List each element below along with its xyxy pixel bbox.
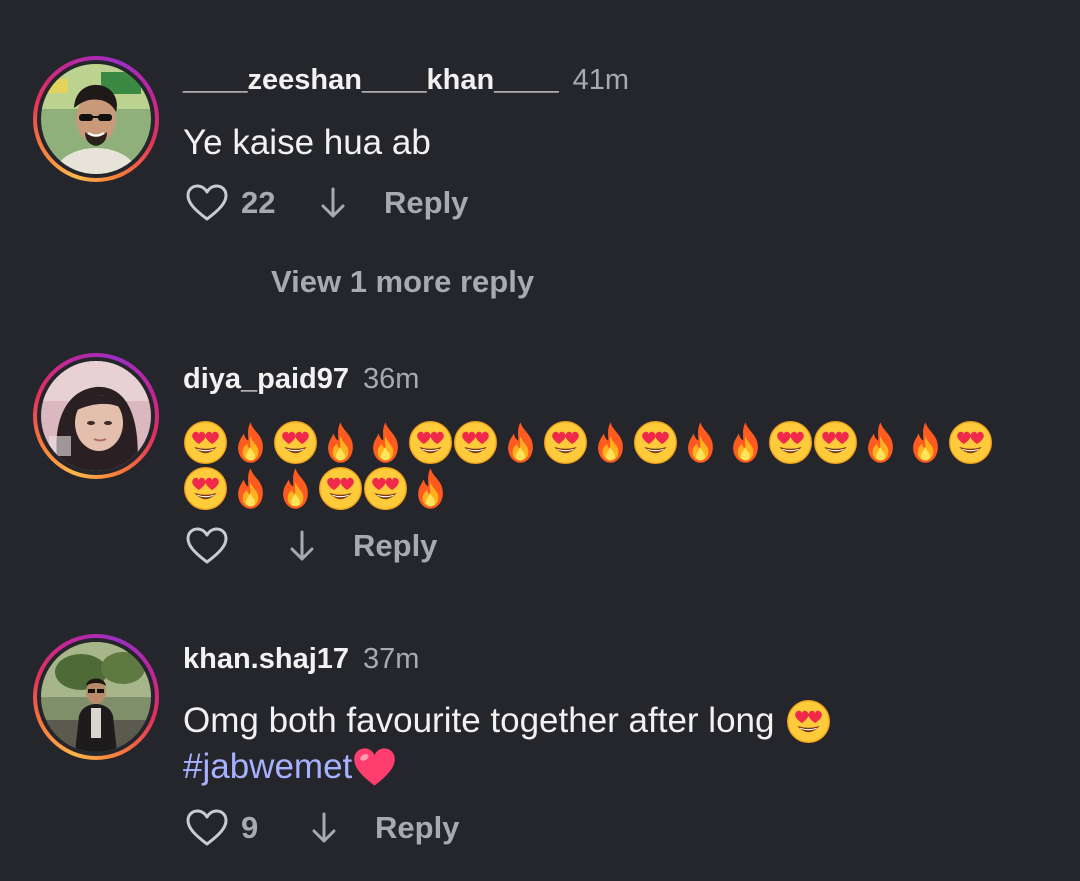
comment-header: ____zeeshan____khan____ 41m xyxy=(183,63,629,97)
timestamp: 36m xyxy=(363,363,420,395)
down-arrow-icon[interactable] xyxy=(287,528,317,564)
fire-emoji-icon xyxy=(588,420,633,465)
down-arrow-icon[interactable] xyxy=(309,810,339,846)
heart-eyes-emoji-icon xyxy=(363,466,408,511)
heart-eyes-emoji-icon xyxy=(786,699,831,744)
heart-eyes-emoji-icon xyxy=(633,420,678,465)
fire-emoji-icon xyxy=(318,420,363,465)
comment-text: Ye kaise hua ab xyxy=(183,123,431,162)
heart-eyes-emoji-icon xyxy=(768,420,813,465)
reply-button[interactable]: Reply xyxy=(384,185,468,221)
heart-outline-icon[interactable] xyxy=(185,808,229,848)
comment-header: diya_paid97 36m xyxy=(183,362,419,396)
pink-heart-emoji-icon xyxy=(352,745,397,790)
fire-emoji-icon xyxy=(678,420,723,465)
hashtag-link[interactable]: #jabwemet xyxy=(183,744,352,790)
heart-eyes-emoji-icon xyxy=(948,420,993,465)
like-count: 9 xyxy=(241,810,259,845)
heart-outline-icon[interactable] xyxy=(185,526,229,566)
fire-emoji-icon xyxy=(858,420,903,465)
fire-emoji-icon xyxy=(228,466,273,511)
avatar[interactable] xyxy=(33,353,159,479)
avatar-image xyxy=(41,642,151,752)
comment-actions: 9 Reply xyxy=(185,806,459,850)
comment-emoji-line xyxy=(183,419,993,465)
avatar-image xyxy=(41,361,151,471)
timestamp: 37m xyxy=(363,643,420,675)
heart-eyes-emoji-icon xyxy=(183,466,228,511)
view-more-replies-button[interactable]: View 1 more reply xyxy=(271,262,534,302)
reply-button[interactable]: Reply xyxy=(353,528,437,564)
comment-text-line: Omg both favourite together after long xyxy=(183,698,831,744)
down-arrow-icon[interactable] xyxy=(318,185,348,221)
fire-emoji-icon xyxy=(903,420,948,465)
fire-emoji-icon xyxy=(723,420,768,465)
comment-actions: 22 Reply xyxy=(185,181,468,225)
comment-actions: Reply xyxy=(185,524,437,568)
comment-text: Omg both favourite together after long xyxy=(183,701,775,740)
like-count: 22 xyxy=(241,185,276,220)
username[interactable]: ____zeeshan____khan____ xyxy=(183,64,559,96)
heart-eyes-emoji-icon xyxy=(183,420,228,465)
heart-eyes-emoji-icon xyxy=(408,420,453,465)
fire-emoji-icon xyxy=(498,420,543,465)
avatar[interactable] xyxy=(33,634,159,760)
avatar-image xyxy=(41,64,151,174)
comment-header: khan.shaj17 37m xyxy=(183,642,419,676)
heart-eyes-emoji-icon xyxy=(453,420,498,465)
fire-emoji-icon xyxy=(228,420,273,465)
timestamp: 41m xyxy=(572,64,630,96)
reply-button[interactable]: Reply xyxy=(375,810,459,846)
comment-emoji-line xyxy=(183,465,453,511)
fire-emoji-icon xyxy=(408,466,453,511)
avatar[interactable] xyxy=(33,56,159,182)
heart-eyes-emoji-icon xyxy=(543,420,588,465)
comment-hashtag-line: #jabwemet xyxy=(183,744,397,790)
fire-emoji-icon xyxy=(363,420,408,465)
heart-eyes-emoji-icon xyxy=(813,420,858,465)
username[interactable]: khan.shaj17 xyxy=(183,643,349,675)
heart-eyes-emoji-icon xyxy=(318,466,363,511)
heart-outline-icon[interactable] xyxy=(185,183,229,223)
heart-eyes-emoji-icon xyxy=(273,420,318,465)
fire-emoji-icon xyxy=(273,466,318,511)
username[interactable]: diya_paid97 xyxy=(183,363,349,395)
